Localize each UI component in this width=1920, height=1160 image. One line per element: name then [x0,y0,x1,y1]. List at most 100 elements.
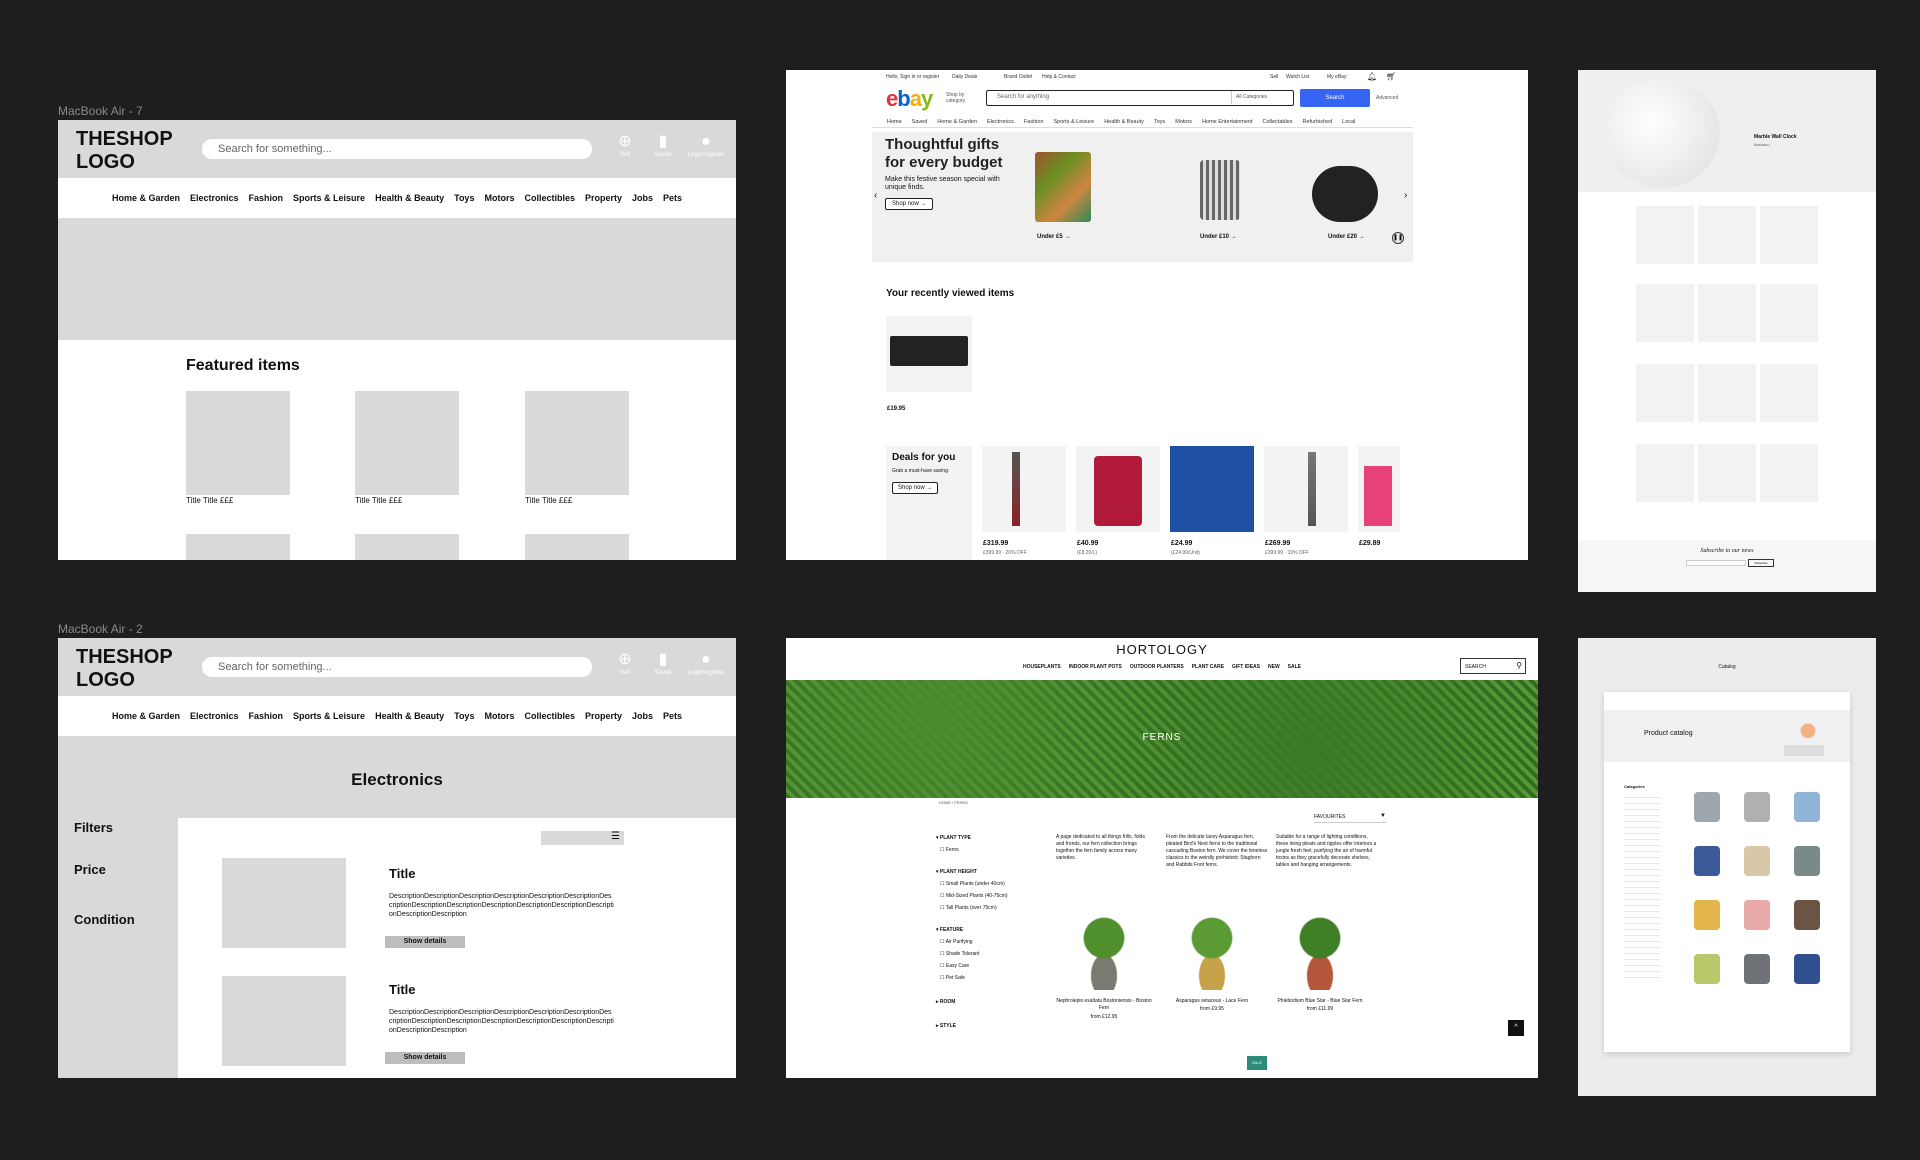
result-image[interactable] [222,976,346,1066]
result-title[interactable]: Title [389,866,416,881]
product-title[interactable]: Title Title £££ [355,496,402,505]
deal-image[interactable] [1358,446,1400,532]
breadcrumb[interactable]: HOME / FERNS [939,800,968,805]
promo-banner[interactable]: Thoughtful gifts for every budget Make t… [872,132,1413,262]
show-details-button[interactable]: Show details [385,936,465,948]
nav-item[interactable]: Collectables [1263,119,1293,125]
nav-item[interactable]: INDOOR PLANT POTS [1069,664,1122,670]
product-image[interactable] [1280,910,1360,990]
nav-item[interactable]: Health & Beauty [1104,119,1144,125]
nav-item[interactable]: Fashion [1024,119,1044,125]
product-image[interactable] [1172,910,1252,990]
chevron-right-icon[interactable]: › [1404,190,1407,201]
search-input[interactable]: Search for something... [202,657,592,677]
nav-item[interactable]: Home & Garden [112,193,180,203]
ebay-logo[interactable]: ebay [886,86,933,112]
product-image[interactable] [1698,444,1756,502]
product-image[interactable] [186,534,290,560]
nav-item[interactable]: Fashion [249,193,284,203]
bell-icon[interactable]: 🔔︎ [1367,72,1377,81]
nav-item[interactable]: Home & Garden [112,711,180,721]
nav-item[interactable]: Toys [454,711,474,721]
nav-item[interactable]: Home Entertainment [1202,119,1252,125]
daily-deals-link[interactable]: Daily Deals [952,74,977,80]
nav-item[interactable]: Collectibles [524,711,575,721]
chair-image[interactable] [1794,846,1820,876]
result-title[interactable]: Title [389,982,416,997]
filter-heading[interactable]: ▾ PLANT TYPE [936,832,1040,844]
login-button[interactable]: ● Login/register [686,134,726,159]
chair-image[interactable] [1744,846,1770,876]
filter-option[interactable]: ☐ Pet Safe [936,972,1040,984]
search-input[interactable]: Search for something... [202,139,592,159]
product-image[interactable] [1064,910,1144,990]
deal-image[interactable] [1264,446,1348,532]
saved-button[interactable]: ▮ Saved [648,652,678,677]
product-image[interactable] [1636,364,1694,422]
filter-option[interactable]: ☐ Mid-Sized Plants (40-75cm) [936,890,1040,902]
nav-item[interactable]: Motors [484,711,514,721]
nav-item[interactable]: Home [887,119,902,125]
nav-item[interactable]: Jobs [632,711,653,721]
nav-item[interactable]: Electronics [190,193,239,203]
nav-item[interactable]: Home & Garden [937,119,977,125]
chair-image[interactable] [1744,954,1770,984]
product-title[interactable]: Title Title £££ [525,496,572,505]
result-image[interactable] [222,858,346,948]
product-name[interactable]: Phlebodium Blue Star - Blue Star Fern [1270,998,1370,1005]
brand-outlet-link[interactable]: Brand Outlet [1004,74,1032,80]
product-image[interactable] [186,391,290,495]
my-ebay-link[interactable]: My eBay [1327,74,1346,80]
filter-heading[interactable]: ▸ STYLE [936,1020,1040,1032]
filter-price[interactable]: Price [74,862,106,877]
product-image[interactable] [355,534,459,560]
nav-item[interactable]: Sports & Leisure [1054,119,1095,125]
product-image[interactable] [1698,284,1756,342]
nav-item[interactable]: Local [1342,119,1355,125]
nav-item[interactable]: Property [585,193,622,203]
chair-image[interactable] [1744,792,1770,822]
sign-in-link[interactable]: Hello, Sign in or register [886,74,939,80]
filter-option[interactable]: ☐ Shade Tolerant [936,948,1040,960]
search-input[interactable]: Search for anything [997,94,1049,100]
tier-link[interactable]: Under £20 → [1328,234,1365,240]
nav-item[interactable]: Electronics [987,119,1014,125]
product-image[interactable] [525,391,629,495]
search-input[interactable]: SEARCH ⚲ [1460,658,1526,674]
filter-condition[interactable]: Condition [74,912,135,927]
nav-item[interactable]: NEW [1268,664,1280,670]
shop-by-category[interactable]: Shop by category [946,92,976,104]
filter-option[interactable]: ☐ Easy Care [936,960,1040,972]
product-image[interactable] [1698,206,1756,264]
search-button[interactable]: Search [1300,89,1370,107]
product-image[interactable] [1760,444,1818,502]
nav-item[interactable]: Jobs [632,193,653,203]
product-name[interactable]: Asparagus setaceus - Lace Fern [1162,998,1262,1005]
saved-button[interactable]: ▮ Saved [648,134,678,159]
subscribe-button[interactable]: Subscribe [1748,559,1774,567]
nav-item[interactable]: Sports & Leisure [293,193,365,203]
product-image[interactable] [355,391,459,495]
tier-link[interactable]: Under £5 → [1037,234,1070,240]
nav-item[interactable]: Pets [663,193,682,203]
product-image[interactable] [1636,444,1694,502]
nav-item[interactable]: Fashion [249,711,284,721]
nav-item[interactable]: Toys [1154,119,1165,125]
sell-button[interactable]: ⊕ Sell [610,134,640,159]
nav-item[interactable]: Motors [484,193,514,203]
advanced-link[interactable]: Advanced [1376,95,1398,101]
chair-image[interactable] [1694,846,1720,876]
chair-image[interactable] [1694,954,1720,984]
sell-button[interactable]: ⊕ Sell [610,652,640,677]
product-name[interactable]: Nephrolepis exaltata Bostoniensis - Bost… [1054,998,1154,1012]
nav-item[interactable]: Health & Beauty [375,711,444,721]
nav-item[interactable]: Collectibles [524,193,575,203]
filter-option[interactable]: ☐ Air Purifying [936,936,1040,948]
show-details-button[interactable]: Show details [385,1052,465,1064]
chevron-left-icon[interactable]: ‹ [874,190,877,201]
sort-dropdown[interactable]: FAVOURITES ▼ [1314,813,1386,823]
nav-item[interactable]: Property [585,711,622,721]
sell-link[interactable]: Sell [1270,74,1278,80]
product-image[interactable] [1760,364,1818,422]
product-image[interactable] [525,534,629,560]
